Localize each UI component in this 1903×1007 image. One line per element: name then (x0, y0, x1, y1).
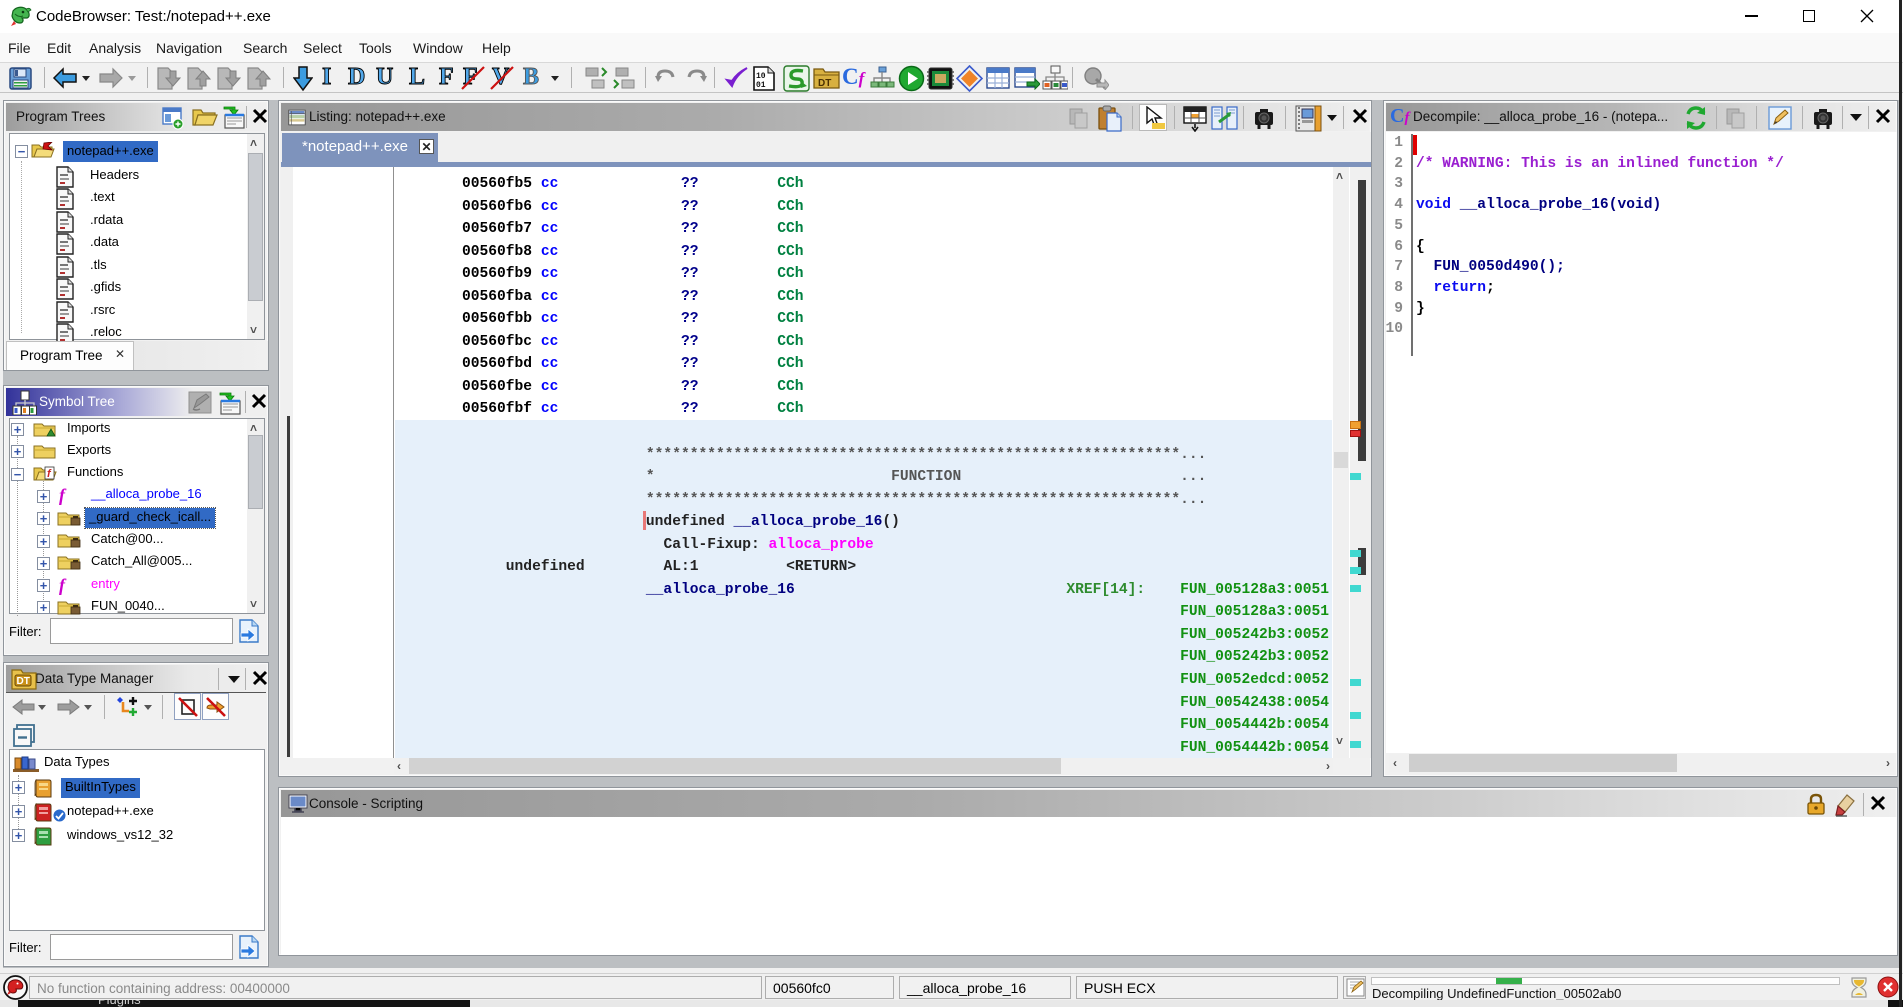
svg-text:01: 01 (756, 81, 766, 90)
svg-text:DT: DT (818, 78, 831, 89)
svg-text:10: 10 (756, 72, 766, 81)
svg-text:DT: DT (17, 676, 30, 687)
